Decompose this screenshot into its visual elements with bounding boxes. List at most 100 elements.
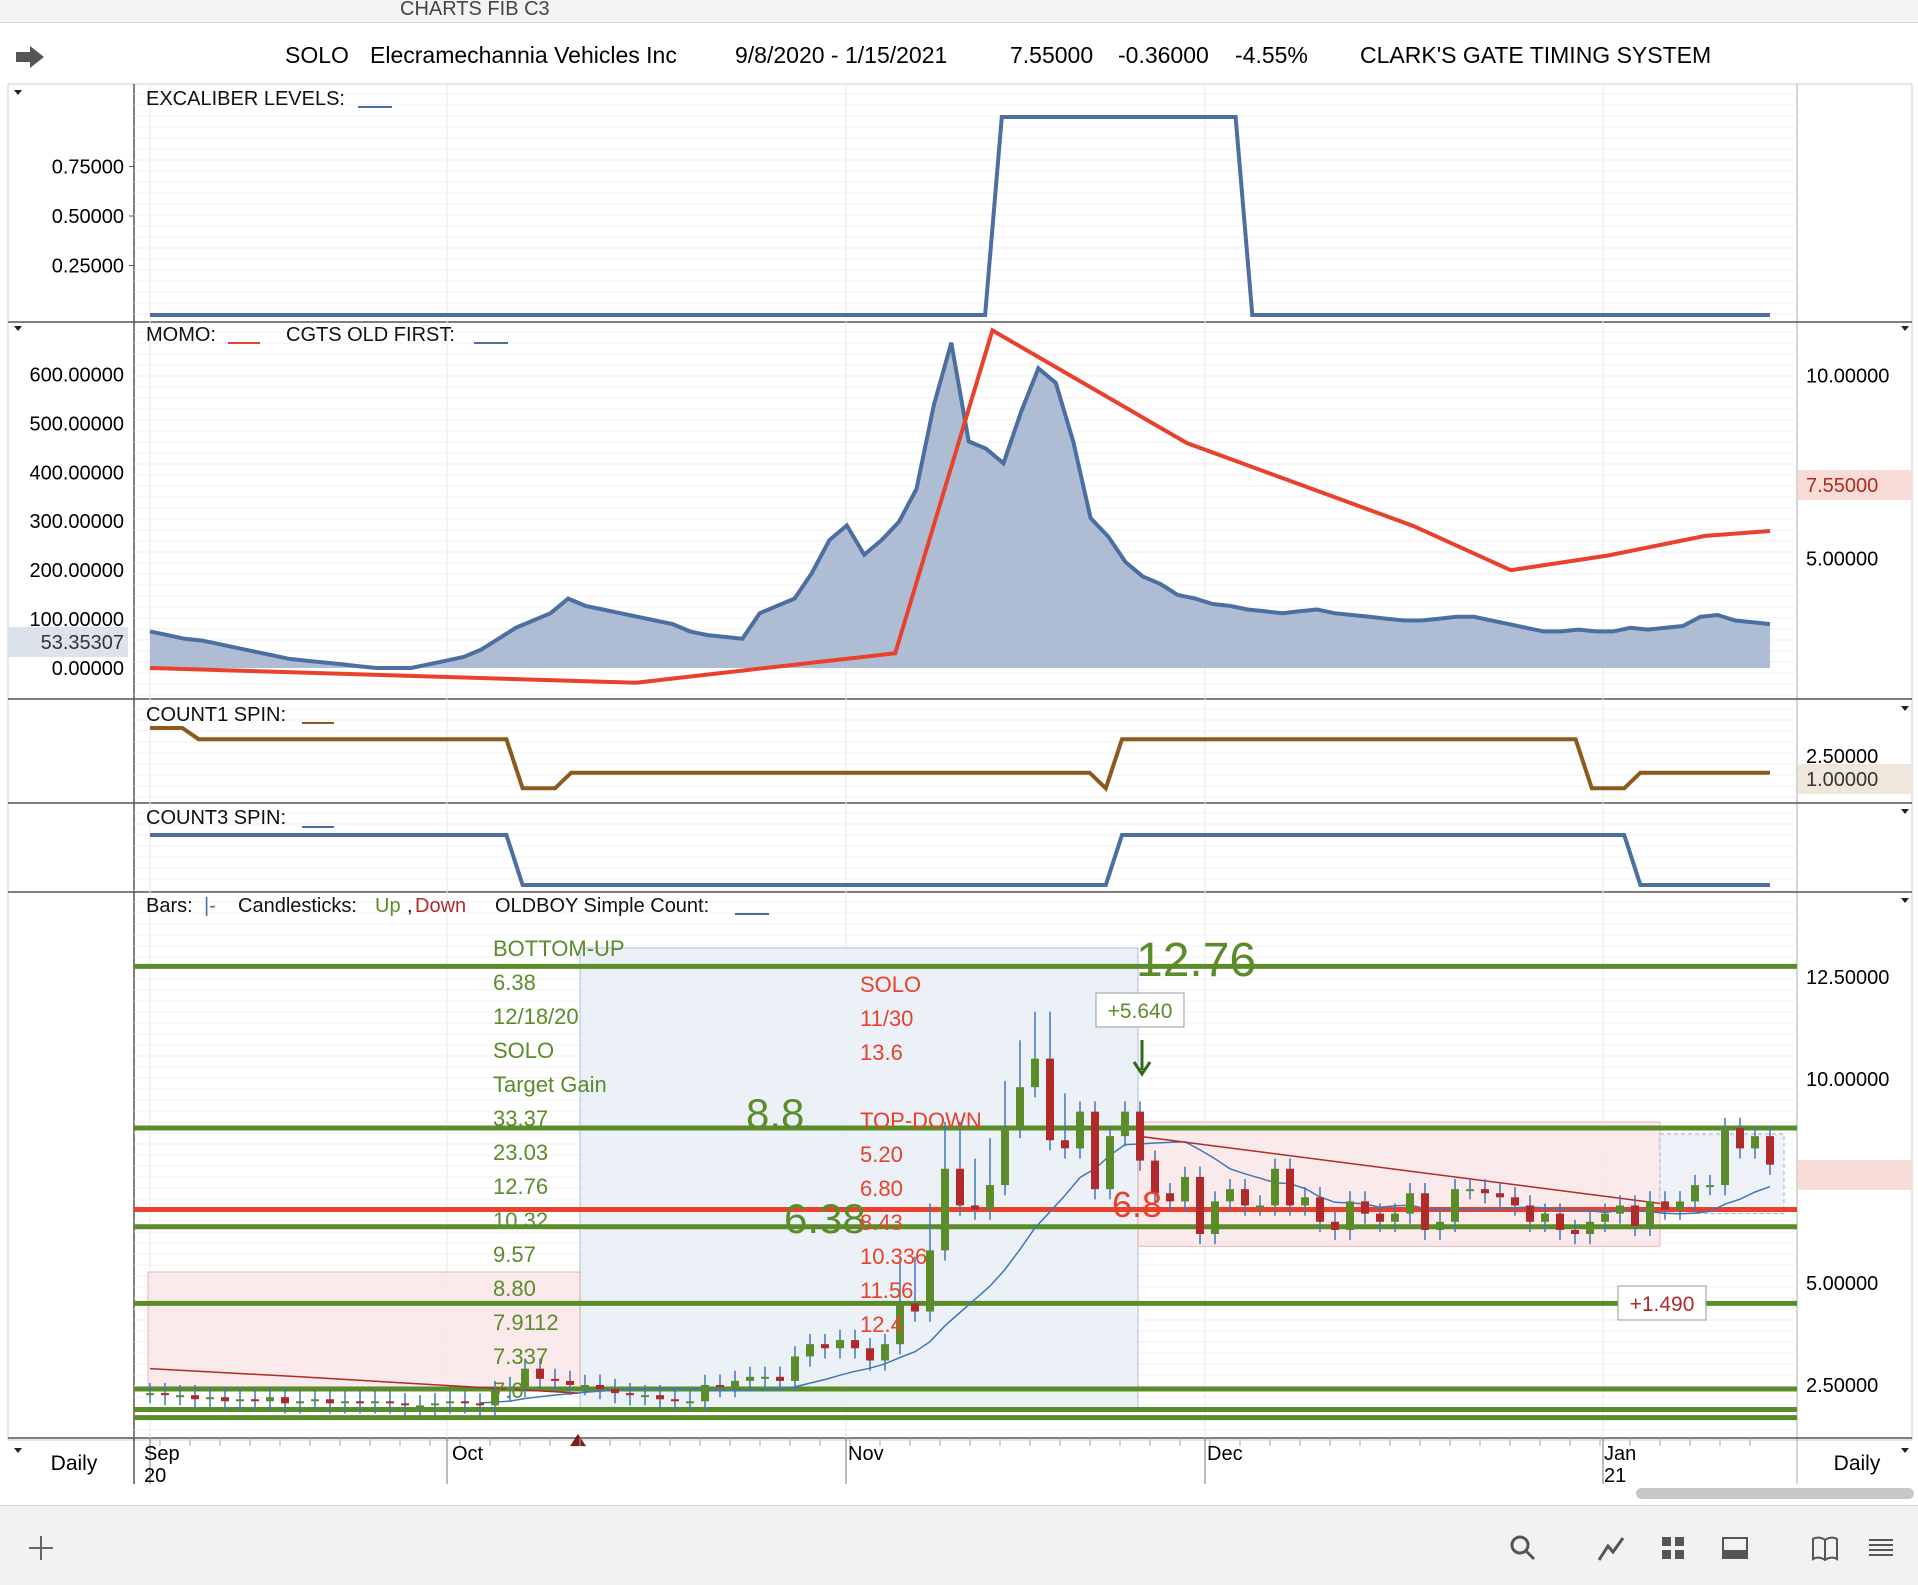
candle-body: [1211, 1201, 1219, 1235]
timeframe-right: Daily: [1834, 1452, 1881, 1475]
book-icon[interactable]: [1810, 1533, 1840, 1563]
bottom-up-item: BOTTOM-UP: [493, 936, 625, 961]
label-8-8: 8.8: [746, 1090, 804, 1137]
collapse-arrow-icon: [1901, 706, 1909, 711]
menu-icon[interactable]: [1866, 1533, 1896, 1563]
candle-body: [1256, 1205, 1264, 1208]
candle-body: [1196, 1176, 1204, 1235]
label-6-8: 6.8: [1112, 1184, 1162, 1225]
label-12-76: 12.76: [1136, 934, 1256, 987]
top-down-item: TOP-DOWN: [860, 1108, 982, 1133]
candle-body: [416, 1405, 424, 1408]
bottom-up-item: 23.03: [493, 1140, 548, 1165]
candle-body: [206, 1397, 214, 1400]
collapse-arrow-icon: [1901, 898, 1909, 903]
panel-icon[interactable]: [1720, 1533, 1750, 1563]
cgts-readout: 7.55000: [1806, 475, 1878, 497]
search-icon[interactable]: [1508, 1533, 1538, 1563]
x-tick-month: Jan: [1604, 1443, 1636, 1465]
x-tick-month: Sep: [144, 1443, 180, 1465]
label-6-38: 6.38: [784, 1195, 866, 1242]
candle-body: [1691, 1185, 1699, 1202]
line-draw-icon[interactable]: [1596, 1533, 1626, 1563]
x-tick-year: 20: [144, 1465, 166, 1487]
top-down-item: 11.56: [860, 1278, 913, 1303]
plus-icon[interactable]: [26, 1533, 56, 1563]
candle-body: [971, 1205, 979, 1210]
candle-body: [1526, 1205, 1534, 1222]
candle-body: [761, 1376, 769, 1379]
bottom-up-item: 6.38: [493, 970, 536, 995]
candle-body: [731, 1380, 739, 1388]
candle-body: [746, 1376, 754, 1381]
right-y-tick-label: 10.00000: [1806, 1069, 1889, 1091]
top-down-item: SOLO: [860, 972, 921, 997]
bottom-up-item: SOLO: [493, 1038, 554, 1063]
candle-body: [1586, 1221, 1594, 1235]
candle-body: [221, 1397, 229, 1402]
candle-body: [1451, 1189, 1459, 1222]
candle-body: [1571, 1229, 1579, 1235]
horizontal-scrollbar[interactable]: [1636, 1488, 1914, 1499]
y-tick-label: 0.00000: [52, 658, 124, 680]
candle-body: [461, 1401, 469, 1404]
bottom-up-item: 7.0: [493, 1378, 524, 1403]
right-y-tick-label: 5.00000: [1806, 1273, 1878, 1295]
candle-body: [866, 1348, 874, 1361]
top-down-item: 11/30: [860, 1006, 913, 1031]
candle-body: [1121, 1111, 1129, 1137]
candle-body: [431, 1403, 439, 1406]
chart-area[interactable]: EXCALIBER LEVELS: 0.75000 0.50000 0.25000 MO…: [0, 0, 1918, 1505]
candle-body: [686, 1401, 694, 1404]
candle-body: [1601, 1213, 1609, 1222]
bottom-up-item: 12.76: [493, 1174, 548, 1199]
candle-body: [1361, 1201, 1369, 1214]
collapse-arrow-icon: [14, 1448, 22, 1453]
candle-body: [1241, 1189, 1249, 1206]
grid-icon[interactable]: [1658, 1533, 1688, 1563]
candle-body: [1391, 1213, 1399, 1222]
y-tick-label: 400.00000: [29, 462, 124, 484]
count1-legend: COUNT1 SPIN:: [146, 704, 286, 726]
candlesticks-legend: Candlesticks:: [238, 895, 357, 917]
candle-body: [1481, 1189, 1489, 1194]
cgts-legend: CGTS OLD FIRST:: [286, 324, 455, 346]
y-tick-label: 300.00000: [29, 511, 124, 533]
timeframe-left: Daily: [51, 1452, 98, 1475]
candle-body: [821, 1344, 829, 1349]
candle-body: [176, 1395, 184, 1398]
candle-body: [1721, 1127, 1729, 1186]
candle-body: [1061, 1140, 1069, 1149]
top-down-item: 5.20: [860, 1142, 903, 1167]
bottom-up-item: 7.9112: [493, 1310, 559, 1335]
top-down-item: 6.80: [860, 1176, 903, 1201]
candle-body: [1181, 1176, 1189, 1202]
bottom-up-item: 10.32: [493, 1208, 548, 1233]
excaliber-line: [150, 115, 1770, 317]
bottom-toolbar: [0, 1505, 1918, 1585]
candle-body: [311, 1399, 319, 1402]
candle-body: [1751, 1136, 1759, 1149]
candle-body: [1076, 1111, 1084, 1149]
candle-body: [1676, 1201, 1684, 1210]
candle-body: [1736, 1127, 1744, 1149]
count3-line: [150, 833, 1770, 887]
candle-body: [596, 1384, 604, 1390]
up-legend: Up: [375, 895, 401, 917]
candle-body: [1616, 1205, 1624, 1214]
candle-body: [911, 1303, 919, 1312]
candle-body: [611, 1389, 619, 1394]
candle-body: [1136, 1111, 1144, 1161]
candle-body: [1001, 1127, 1009, 1186]
candle-body: [266, 1397, 274, 1402]
candle-body: [356, 1401, 364, 1404]
candle-body: [1331, 1221, 1339, 1230]
right-y-tick-label: 2.50000: [1806, 1375, 1878, 1397]
candle-body: [1091, 1111, 1099, 1190]
y-tick-label: 500.00000: [29, 413, 124, 435]
candle-body: [956, 1168, 964, 1206]
candle-body: [1646, 1201, 1654, 1226]
y-tick-label: 0.25000: [52, 256, 124, 278]
x-tick-month: Oct: [452, 1443, 484, 1465]
right-y-tick-label: 5.00000: [1806, 548, 1878, 570]
